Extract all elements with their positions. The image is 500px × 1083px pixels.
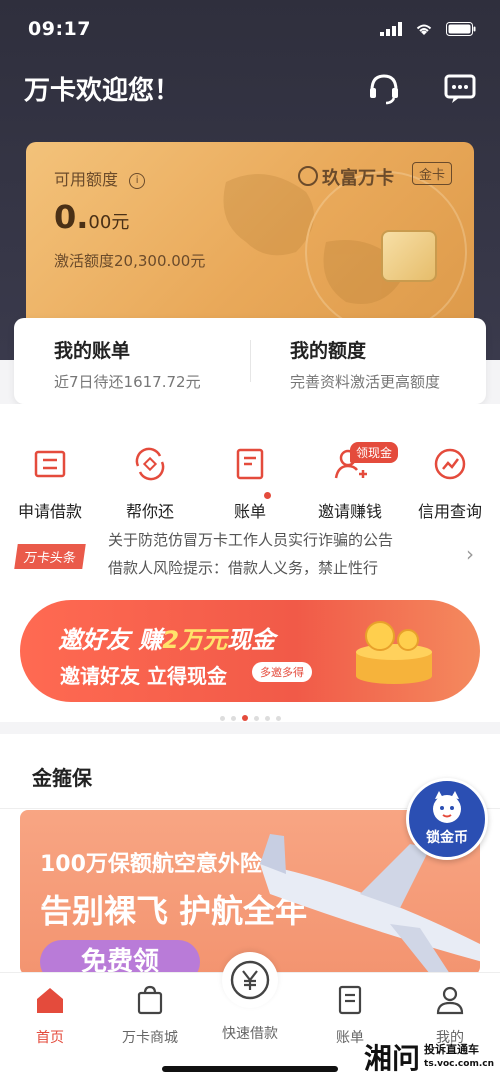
bill-divider	[250, 340, 251, 382]
apply-loan-icon	[34, 450, 66, 478]
my-credit[interactable]: 我的额度 完善资料激活更高额度	[290, 336, 440, 392]
signal-icon	[380, 22, 402, 36]
news-tag: 万卡头条	[14, 544, 86, 569]
brand-mark-icon	[298, 166, 318, 186]
status-time: 09:17	[28, 18, 91, 40]
promo-subline: 邀请好友 立得现金	[60, 664, 227, 688]
my-bill[interactable]: 我的账单 近7日待还1617.72元	[54, 336, 201, 392]
section-separator	[0, 722, 500, 734]
chevron-right-icon[interactable]: ›	[466, 542, 474, 566]
shortcut-apply-loan[interactable]: 申请借款	[0, 440, 100, 522]
brand-logo: 玖富万卡	[298, 164, 394, 190]
shortcut-grid: 申请借款 帮你还 账单 邀请赚钱 信用查询	[0, 440, 500, 522]
watermark-logo: 湘问	[364, 1042, 421, 1075]
insurance-cta[interactable]: 免费领	[40, 940, 200, 975]
status-bar: 09:17	[0, 14, 500, 46]
my-bill-title: 我的账单	[54, 340, 131, 362]
shortcut-bill[interactable]: 账单	[200, 440, 300, 522]
news-lines: 关于防范仿冒万卡工作人员实行诈骗的公告 借款人风险提示：借款人义务，禁止性行	[108, 532, 448, 576]
available-credit-amount: 0.00元	[54, 198, 130, 236]
news-headline-2: 借款人风险提示：借款人义务，禁止性行	[108, 559, 379, 576]
my-bill-subtitle: 近7日待还1617.72元	[54, 373, 201, 391]
customer-service-icon[interactable]	[366, 70, 402, 106]
welcome-title: 万卡欢迎您！	[24, 76, 181, 106]
home-indicator	[162, 1066, 338, 1072]
news-headline-1: 关于防范仿冒万卡工作人员实行诈骗的公告	[108, 532, 394, 549]
claim-cash-badge: 领现金	[350, 442, 399, 463]
bill-notification-dot	[264, 492, 271, 499]
tab-mall[interactable]: 万卡商城	[100, 983, 200, 1047]
promo-pill: 多邀多得	[252, 662, 312, 682]
card-chip-icon	[381, 230, 437, 282]
info-icon[interactable]: i	[129, 172, 146, 189]
watermark: 湘问 投诉直通车 ts.voc.com.cn	[364, 1036, 494, 1078]
quick-loan-fab[interactable]	[222, 952, 278, 1008]
shopping-bag-icon	[137, 985, 163, 1015]
shortcut-credit-query[interactable]: 信用查询	[400, 440, 500, 522]
my-credit-title: 我的额度	[290, 340, 367, 362]
tab-home[interactable]: 首页	[0, 983, 100, 1047]
credit-card[interactable]: 可用额度 i 0.00元 激活额度20,300.00元 玖富万卡 金卡	[26, 142, 474, 332]
home-icon	[37, 988, 63, 1013]
shortcut-repay-help[interactable]: 帮你还	[100, 440, 200, 522]
my-credit-subtitle: 完善资料激活更高额度	[290, 373, 441, 391]
available-credit-label: 可用额度 i	[54, 166, 146, 190]
coins-illustration-icon	[356, 621, 432, 684]
promo-headline: 邀好友 赚2万元现金	[58, 626, 276, 654]
bill-icon	[236, 448, 264, 480]
repay-help-icon	[135, 447, 165, 481]
lucky-cat-icon	[433, 791, 461, 823]
bill-tab-icon	[338, 985, 362, 1015]
wifi-icon	[416, 24, 432, 35]
activate-credit-text: 激活额度20,300.00元	[54, 252, 206, 270]
credit-query-icon	[434, 448, 466, 480]
lock-coin-float-button[interactable]: 锁金币	[406, 778, 488, 860]
card-tier-badge: 金卡	[411, 162, 452, 185]
yen-icon	[230, 960, 270, 1000]
invite-promo-banner[interactable]: 邀好友 赚2万元现金 邀请好友 立得现金 多邀多得	[20, 600, 480, 702]
user-icon	[436, 986, 464, 1015]
section-title: 金箍保	[32, 766, 92, 790]
battery-icon	[446, 22, 476, 36]
message-icon[interactable]	[442, 70, 478, 106]
bill-panel: 我的账单 近7日待还1617.72元 我的额度 完善资料激活更高额度	[14, 318, 486, 404]
news-ticker[interactable]: 万卡头条 关于防范仿冒万卡工作人员实行诈骗的公告 借款人风险提示：借款人义务，禁…	[0, 532, 500, 576]
insurance-line1: 100万保额航空意外险	[40, 852, 262, 877]
